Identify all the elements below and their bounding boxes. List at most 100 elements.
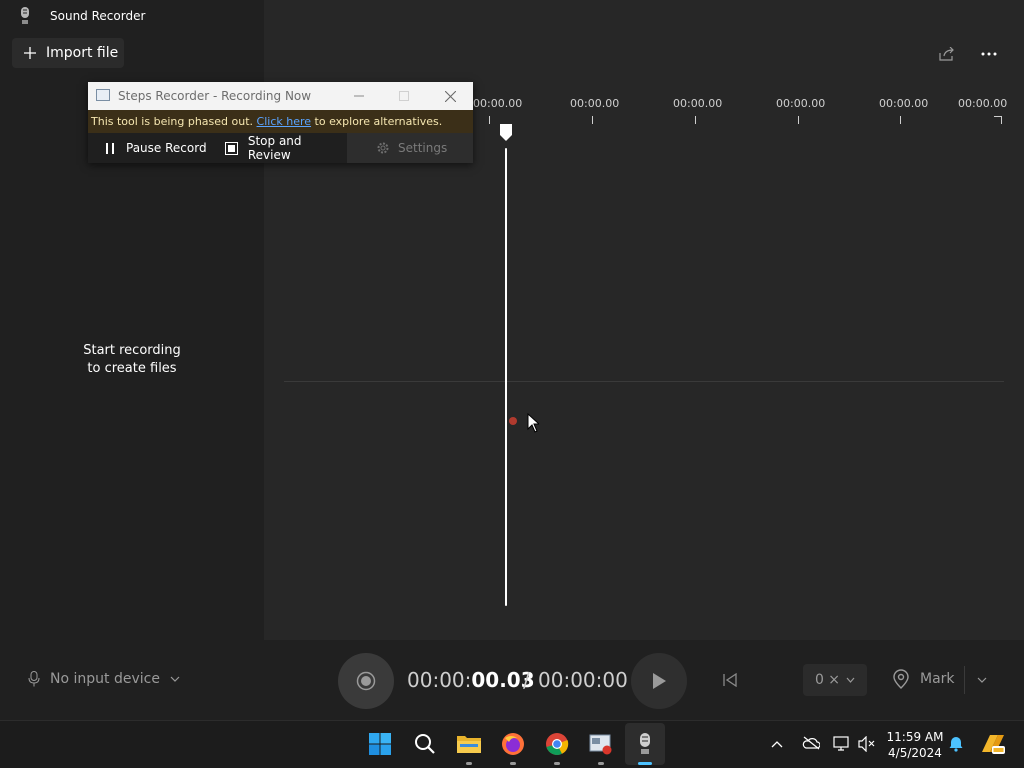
timeline-tick <box>592 116 593 124</box>
steps-recorder-taskbar-icon <box>589 734 612 755</box>
steps-recorder-window: Steps Recorder - Recording Now This tool… <box>88 82 473 163</box>
taskbar: 11:59 AM 4/5/2024 <box>0 720 1024 768</box>
windows-logo-icon <box>369 733 391 755</box>
microphone-taskbar-icon <box>640 733 650 754</box>
chevron-up-icon[interactable] <box>771 740 783 748</box>
play-icon <box>653 673 666 689</box>
chevron-down-icon <box>170 676 180 682</box>
magnifier-icon <box>415 734 435 754</box>
playhead[interactable] <box>505 148 507 606</box>
empty-state-line-2: to create files <box>87 361 177 376</box>
copilot-pre-icon[interactable] <box>980 732 1006 756</box>
stop-and-review-label: Stop and Review <box>247 134 302 162</box>
running-indicator <box>510 762 516 765</box>
banner-text-suffix: to explore alternatives. <box>314 115 443 128</box>
active-indicator <box>638 762 652 765</box>
steps-recorder-icon[interactable] <box>588 731 614 757</box>
play-button[interactable] <box>631 653 687 709</box>
volume-muted-icon[interactable] <box>858 736 876 752</box>
timeline-tick-label: 00:00.00 <box>673 97 723 110</box>
empty-state-message: Start recording to create files <box>60 342 204 378</box>
banner-link[interactable]: Click here <box>257 115 312 128</box>
timeline-tick-label: 00:00.00 <box>958 97 1008 110</box>
skip-to-start-button[interactable] <box>718 670 742 690</box>
pause-record-button[interactable]: Pause Record <box>106 133 226 163</box>
phase-out-banner: This tool is being phased out. Click her… <box>88 110 473 133</box>
notification-bell-icon[interactable] <box>949 736 963 752</box>
steps-recorder-title-bar: Steps Recorder - Recording Now <box>88 82 473 110</box>
steps-recorder-app-icon <box>96 89 110 101</box>
timeline-tick-label: 00:00.00 <box>473 97 523 110</box>
input-device-selector[interactable]: No input device <box>28 671 180 687</box>
firefox-logo-icon <box>502 733 524 755</box>
mark-label: Mark <box>920 671 955 687</box>
current-time: 00:00:00.03 <box>407 668 535 692</box>
running-indicator <box>598 762 604 765</box>
folder-icon <box>457 736 481 753</box>
steps-maximize-button[interactable] <box>381 82 427 110</box>
import-file-button[interactable]: Import file <box>12 38 124 68</box>
sound-recorder-icon[interactable] <box>632 731 658 757</box>
start-icon[interactable] <box>367 731 393 757</box>
close-icon <box>444 90 456 102</box>
firefox-icon[interactable] <box>500 731 526 757</box>
clock[interactable]: 11:59 AM 4/5/2024 <box>884 729 946 761</box>
skip-back-icon <box>723 673 737 687</box>
gear-icon <box>377 142 389 154</box>
more-icon <box>981 52 997 56</box>
timeline-end-marker <box>994 116 1002 124</box>
minimize-icon <box>354 95 364 97</box>
timeline-tick-label: 00:00.00 <box>879 97 929 110</box>
mouse-cursor-icon <box>527 413 539 433</box>
record-icon <box>356 671 376 691</box>
location-pin-icon <box>893 669 909 689</box>
divider <box>964 666 965 694</box>
running-indicator <box>466 762 472 765</box>
timeline-tick <box>489 116 490 124</box>
stop-and-review-button[interactable]: Stop and Review <box>225 133 347 163</box>
pause-record-label: Pause Record <box>126 141 207 155</box>
pause-icon <box>106 142 114 154</box>
timeline-tick <box>695 116 696 124</box>
empty-state-line-1: Start recording <box>83 343 181 358</box>
steps-minimize-button[interactable] <box>336 82 382 110</box>
playback-speed-button[interactable]: 0 × <box>803 664 867 696</box>
plus-icon <box>24 47 36 59</box>
more-options-button[interactable] <box>977 42 1001 66</box>
chrome-icon[interactable] <box>544 731 570 757</box>
clock-date: 4/5/2024 <box>888 746 942 760</box>
playback-speed-label: 0 × <box>814 672 841 688</box>
microphone-app-icon <box>21 7 29 24</box>
import-file-label: Import file <box>46 45 119 61</box>
network-icon[interactable] <box>833 736 851 752</box>
file-explorer-icon[interactable] <box>456 731 482 757</box>
steps-recorder-toolbar: Pause Record Stop and Review Settings <box>88 133 473 163</box>
banner-text: This tool is being phased out. <box>91 115 254 128</box>
clock-time: 11:59 AM <box>886 730 944 744</box>
share-button[interactable] <box>935 42 959 66</box>
record-button[interactable] <box>338 653 394 709</box>
running-indicator <box>554 762 560 765</box>
app-title: Sound Recorder <box>50 9 146 23</box>
share-icon <box>939 47 954 61</box>
search-icon[interactable] <box>412 731 438 757</box>
microphone-icon <box>28 671 40 687</box>
steps-recorder-title: Steps Recorder - Recording Now <box>118 89 312 103</box>
timeline-tick <box>798 116 799 124</box>
playhead-handle[interactable] <box>499 124 513 142</box>
timeline-tick <box>900 116 901 124</box>
stop-icon <box>225 141 238 155</box>
settings-label: Settings <box>398 141 448 155</box>
current-time-prefix: 00:00: <box>407 668 472 692</box>
mark-options-chevron-icon[interactable] <box>977 677 987 683</box>
timeline-tick-label: 00:00.00 <box>570 97 620 110</box>
input-device-label: No input device <box>50 671 160 687</box>
mark-button[interactable]: Mark <box>892 669 955 689</box>
steps-recorder-click-marker <box>509 417 517 425</box>
timeline-tick-label: 00:00.00 <box>776 97 826 110</box>
onedrive-offline-icon[interactable] <box>802 736 820 750</box>
settings-button[interactable]: Settings <box>347 133 473 163</box>
total-time: 00:00:00 <box>538 668 628 692</box>
chrome-logo-icon <box>546 733 569 755</box>
steps-close-button[interactable] <box>427 82 473 110</box>
